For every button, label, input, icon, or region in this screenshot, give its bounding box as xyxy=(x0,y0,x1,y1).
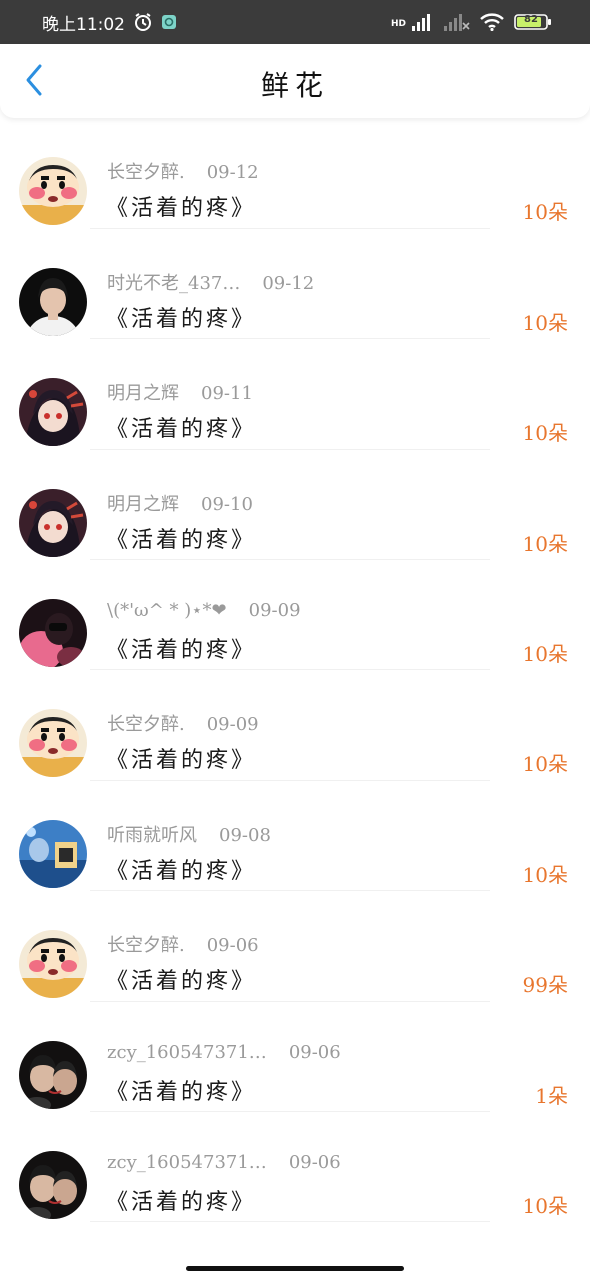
book-title: 《活着的疼》 xyxy=(106,969,257,995)
book-title: 《活着的疼》 xyxy=(106,1079,257,1105)
gift-row[interactable]: \(*'ω^ * )⋆*❤ 09-09 《活着的疼》 10朵 xyxy=(0,560,590,671)
book-title: 《活着的疼》 xyxy=(106,417,257,443)
gift-meta: 明月之辉 09-10 xyxy=(107,490,253,516)
flower-amount: 10朵 xyxy=(522,310,568,335)
gift-date: 09-06 xyxy=(288,1041,341,1063)
user-avatar[interactable] xyxy=(19,930,87,999)
flower-amount: 10朵 xyxy=(522,1193,568,1218)
gift-row[interactable]: 明月之辉 09-10 《活着的疼》 10朵 xyxy=(0,450,590,560)
username: 长空夕醉. xyxy=(107,935,185,957)
gift-row[interactable]: 明月之辉 09-11 《活着的疼》 10朵 xyxy=(0,339,590,450)
username: 长空夕醉. xyxy=(107,714,185,736)
gift-date: 09-09 xyxy=(206,714,259,736)
user-avatar[interactable] xyxy=(19,709,87,778)
gift-date: 09-06 xyxy=(288,1151,341,1173)
user-avatar[interactable] xyxy=(19,378,87,447)
row-divider xyxy=(90,1221,490,1223)
gift-row[interactable]: 长空夕醉. 09-12 《活着的疼》 10朵 xyxy=(0,118,590,229)
gift-row[interactable]: 长空夕醉. 09-09 《活着的疼》 10朵 xyxy=(0,670,590,781)
book-title: 《活着的疼》 xyxy=(106,637,257,663)
username: \(*'ω^ * )⋆*❤ xyxy=(107,599,227,621)
gift-meta: 时光不老_437… 09-12 xyxy=(107,269,314,295)
book-title: 《活着的疼》 xyxy=(106,196,257,222)
home-indicator[interactable] xyxy=(186,1266,404,1271)
flower-amount: 10朵 xyxy=(522,752,568,777)
username: 明月之辉 xyxy=(107,383,179,405)
gift-meta: 长空夕醉. 09-06 xyxy=(107,931,259,957)
gift-meta: \(*'ω^ * )⋆*❤ 09-09 xyxy=(107,600,301,621)
gift-meta: 长空夕醉. 09-09 xyxy=(107,710,259,736)
book-title: 《活着的疼》 xyxy=(106,306,257,332)
title-bar: 鲜花 xyxy=(0,44,590,118)
user-avatar[interactable] xyxy=(19,819,87,888)
gift-date: 09-09 xyxy=(248,599,301,621)
gift-date: 09-12 xyxy=(262,272,315,294)
gift-meta: 听雨就听风 09-08 xyxy=(107,821,271,847)
user-avatar[interactable] xyxy=(19,157,87,226)
username: zcy_160547371… xyxy=(107,1041,267,1063)
gift-meta: zcy_160547371… 09-06 xyxy=(107,1152,341,1173)
user-avatar[interactable] xyxy=(19,1040,87,1109)
username: zcy_160547371… xyxy=(107,1151,267,1173)
username: 听雨就听风 xyxy=(107,824,197,846)
username: 时光不老_437… xyxy=(107,272,241,294)
gift-date: 09-11 xyxy=(201,383,253,405)
page-title: 鲜花 xyxy=(260,69,329,102)
book-title: 《活着的疼》 xyxy=(106,748,257,774)
username: 长空夕醉. xyxy=(107,162,185,184)
gift-date: 09-06 xyxy=(206,935,259,957)
flower-amount: 99朵 xyxy=(522,973,568,998)
flower-amount: 10朵 xyxy=(522,421,568,446)
book-title: 《活着的疼》 xyxy=(106,858,257,884)
flower-amount: 10朵 xyxy=(522,200,568,225)
user-avatar[interactable] xyxy=(19,488,87,557)
gift-date: 09-08 xyxy=(219,824,271,846)
user-avatar[interactable] xyxy=(19,1150,87,1219)
gift-date: 09-12 xyxy=(206,162,259,184)
gift-meta: 长空夕醉. 09-12 xyxy=(107,158,259,184)
gift-meta: zcy_160547371… 09-06 xyxy=(107,1042,341,1063)
flower-amount: 10朵 xyxy=(522,862,568,887)
gift-row[interactable]: zcy_160547371… 09-06 《活着的疼》 1朵 xyxy=(0,1002,590,1112)
flower-amount: 10朵 xyxy=(522,531,568,556)
user-avatar[interactable] xyxy=(19,267,87,336)
book-title: 《活着的疼》 xyxy=(106,1189,257,1215)
flower-amount: 10朵 xyxy=(522,641,568,666)
flower-amount: 1朵 xyxy=(535,1083,568,1108)
gift-row[interactable]: zcy_160547371… 09-06 《活着的疼》 10朵 xyxy=(0,1112,590,1223)
gift-row[interactable]: 听雨就听风 09-08 《活着的疼》 10朵 xyxy=(0,781,590,892)
username: 明月之辉 xyxy=(107,493,179,515)
user-avatar[interactable] xyxy=(19,598,87,667)
book-title: 《活着的疼》 xyxy=(106,527,257,553)
gift-row[interactable]: 时光不老_437… 09-12 《活着的疼》 10朵 xyxy=(0,229,590,340)
gift-row[interactable]: 长空夕醉. 09-06 《活着的疼》 99朵 xyxy=(0,891,590,1002)
flower-gift-list: 《活着的疼》10朵长空夕醉.09-12《活着的疼》10朵时光不老_437…09-… xyxy=(0,47,590,1223)
gift-date: 09-10 xyxy=(201,493,253,515)
gift-meta: 明月之辉 09-11 xyxy=(107,379,253,405)
